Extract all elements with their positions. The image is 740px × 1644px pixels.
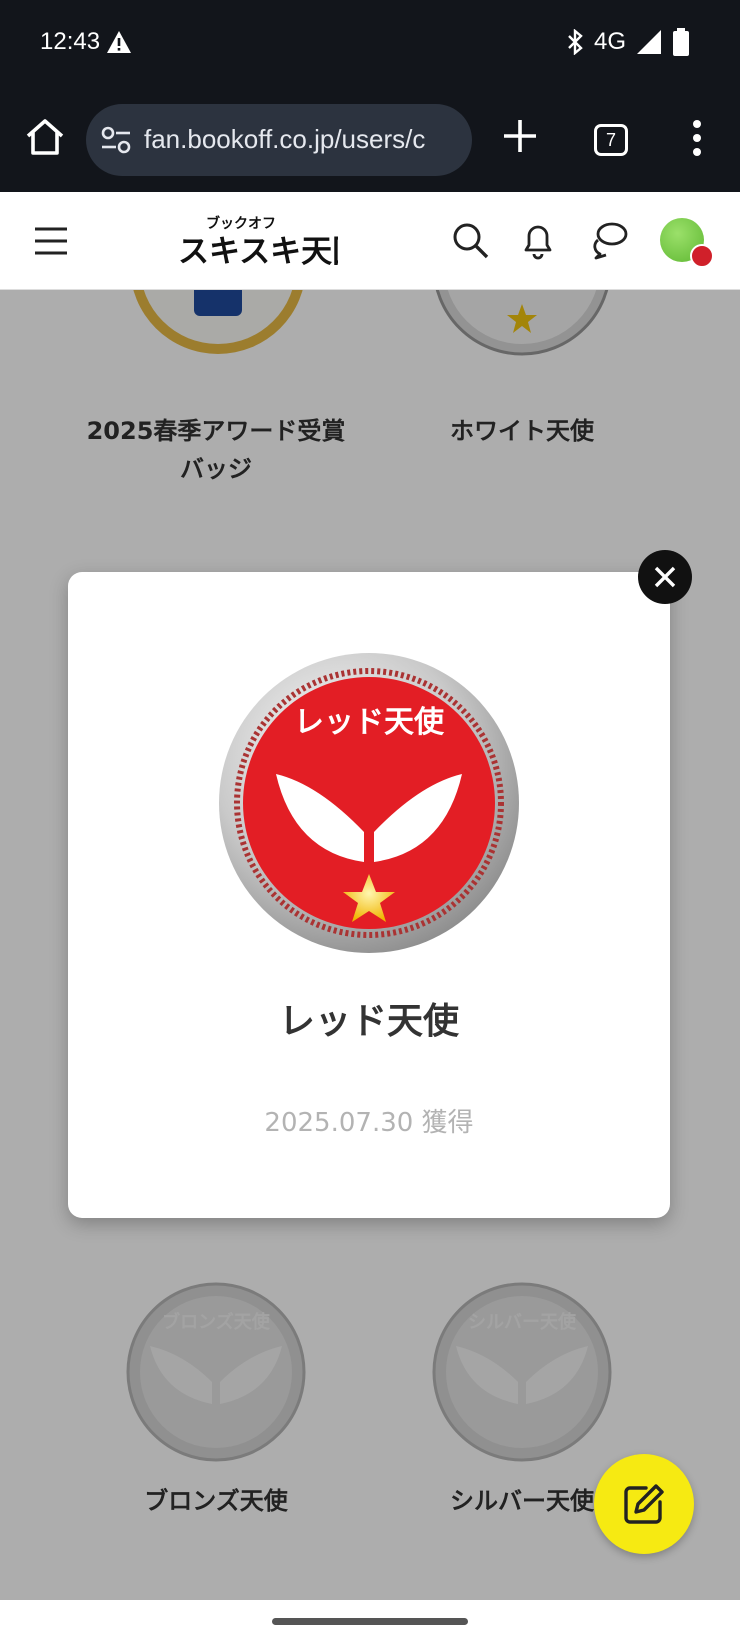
status-bar: 12:43 4G [0,0,740,92]
modal-badge-title: レッド天使 [278,1001,459,1042]
url-text[interactable]: fan.bookoff.co.jp/users/c [144,124,425,155]
site-header: ブックオフ スキスキ天国 [0,192,740,290]
home-icon[interactable] [22,114,68,160]
status-time: 12:43 [40,28,101,55]
browser-toolbar: fan.bookoff.co.jp/users/c 7 [0,92,740,192]
hamburger-menu-icon[interactable] [34,226,68,256]
edit-pencil-icon [624,1484,664,1524]
tab-switcher-button[interactable]: 7 [594,124,628,156]
modal-close-button[interactable] [638,550,692,604]
site-settings-icon[interactable] [100,126,132,154]
logo-graphic: ブックオフ スキスキ天国 [178,215,363,270]
compose-post-button[interactable] [594,1454,694,1554]
avatar-badge-icon [690,244,714,268]
svg-text:スキスキ天国: スキスキ天国 [178,234,338,270]
address-bar[interactable]: fan.bookoff.co.jp/users/c [86,104,472,176]
network-label: 4G [593,28,626,55]
modal-earned-date: 2025.07.30 獲得 [264,1108,474,1138]
battery-icon [673,28,689,56]
status-indicators: 4G [566,28,690,56]
bluetooth-icon [568,29,583,55]
notification-bell-icon[interactable] [518,220,558,260]
warning-icon [107,31,131,53]
red-angel-medal: レッド天使 [219,653,519,953]
svg-text:レッド天使: レッド天使 [294,705,445,740]
chat-bubbles-icon[interactable] [590,220,630,260]
close-icon [654,566,676,588]
svg-text:ブックオフ: ブックオフ [206,215,276,232]
more-menu-icon[interactable] [692,118,702,158]
search-icon[interactable] [450,220,490,260]
page-content: ブックオフ スキスキ天国 [0,192,740,1600]
badge-detail-modal: レッド天使 レッド天使 2025.07.30 獲得 [68,572,670,1218]
site-logo[interactable]: ブックオフ スキスキ天国 [176,208,363,274]
system-navigation-bar [0,1600,740,1644]
new-tab-icon[interactable] [500,116,540,156]
gesture-home-indicator[interactable] [272,1618,468,1625]
signal-icon [637,30,661,54]
